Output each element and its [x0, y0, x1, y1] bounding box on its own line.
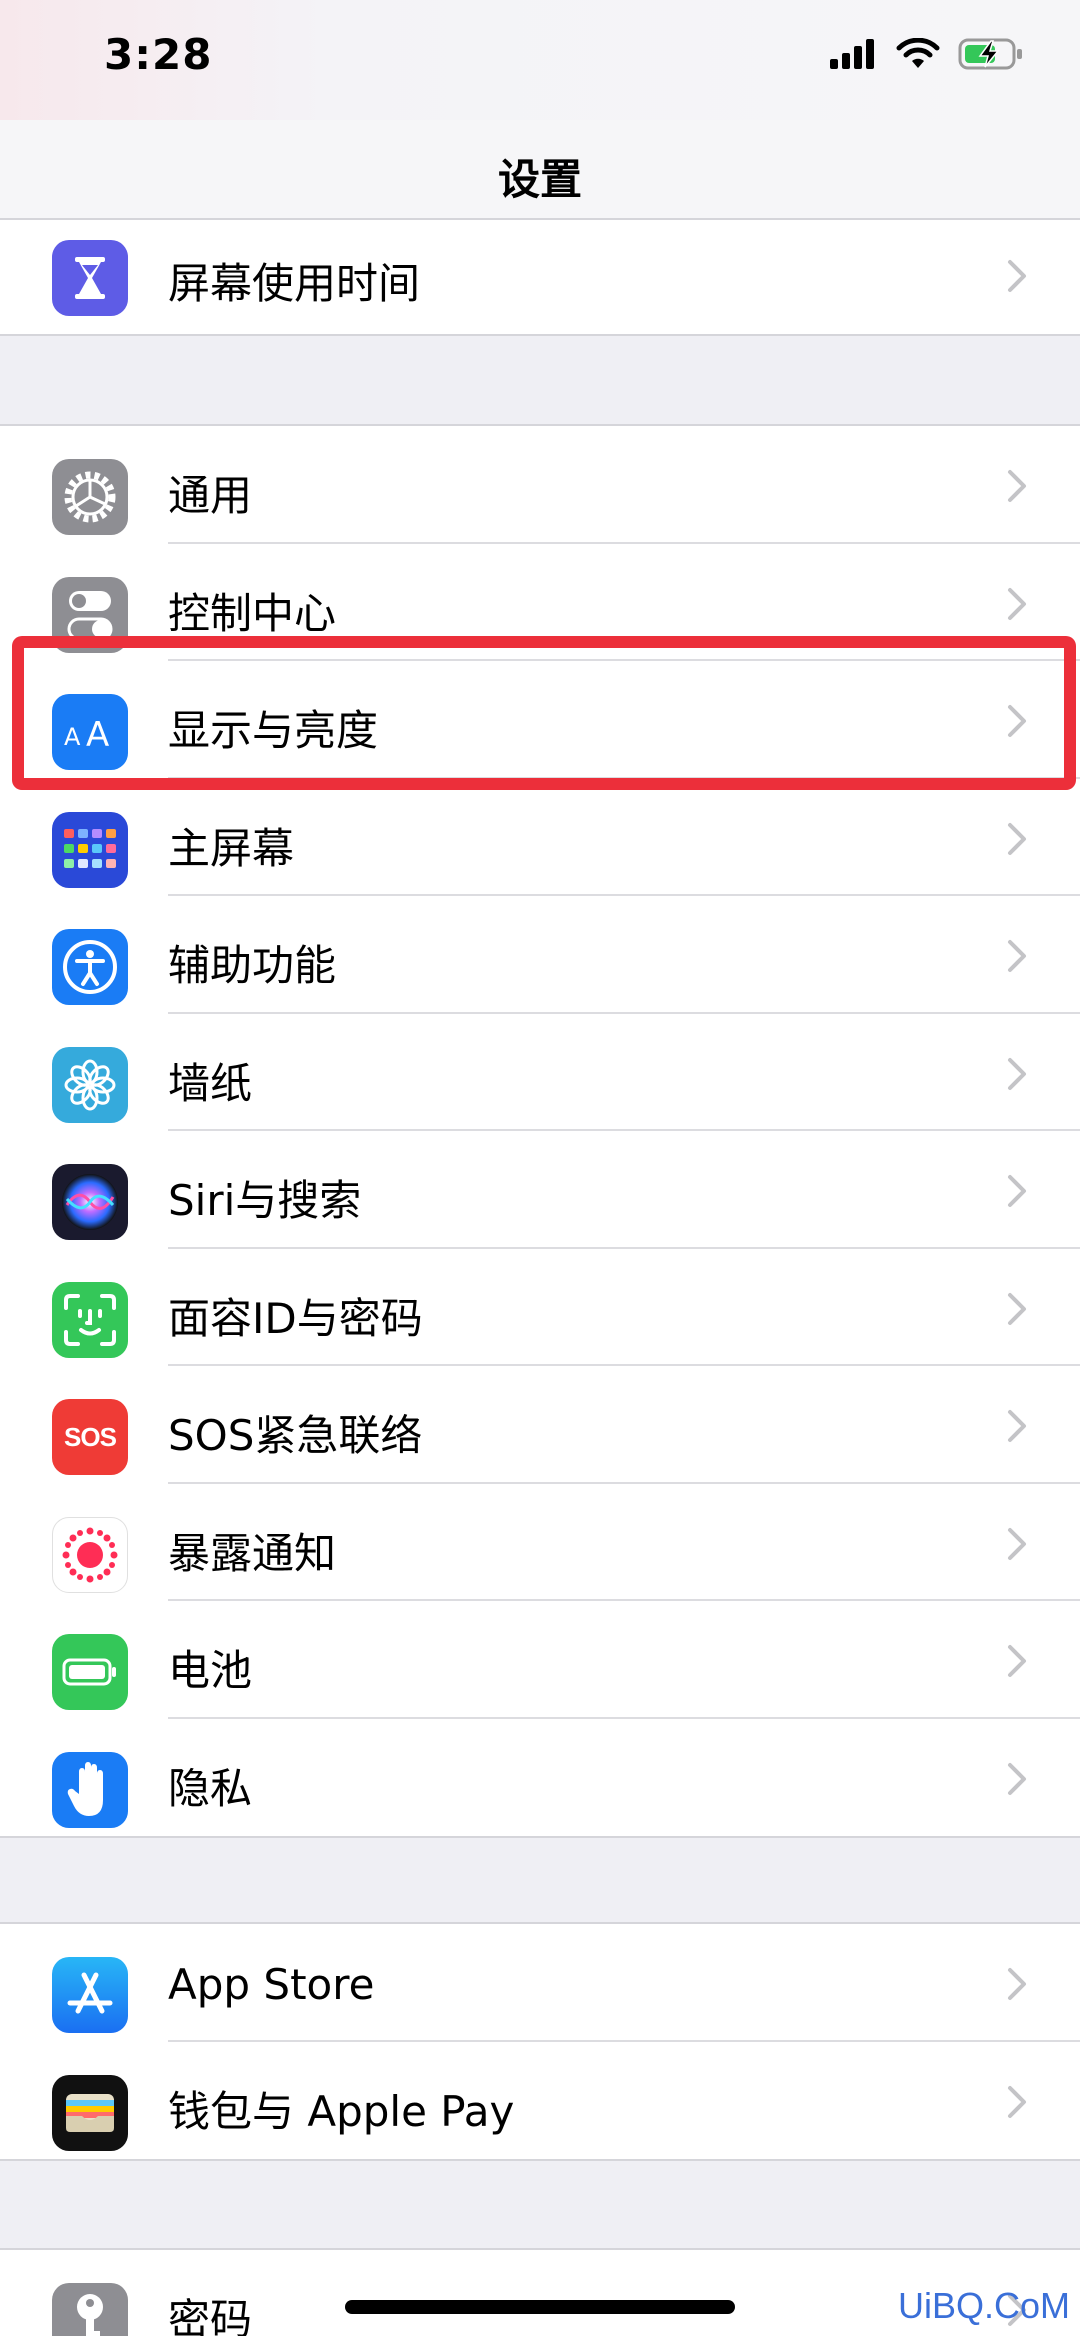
watermark: UiBQ.CoM	[897, 2285, 1070, 2326]
navigation-bar: 设置	[0, 120, 1080, 230]
key-icon	[52, 2283, 128, 2336]
chevron-right-icon	[1008, 587, 1026, 620]
settings-row-battery[interactable]: 电池	[0, 1601, 1080, 1719]
settings-row-emergency-sos[interactable]: SOS SOS紧急联络	[0, 1366, 1080, 1484]
chevron-right-icon	[1008, 1057, 1026, 1090]
chevron-right-icon	[1008, 2085, 1026, 2118]
row-label: 墙纸	[168, 1058, 253, 1108]
row-label: 面容ID与密码	[168, 1293, 423, 1343]
settings-row-face-id-passcode[interactable]: 面容ID与密码	[0, 1249, 1080, 1366]
settings-group-screen-time: 屏幕使用时间	[0, 218, 1080, 336]
row-label: Siri与搜索	[168, 1176, 362, 1225]
row-label: 隐私	[168, 1763, 253, 1813]
chevron-right-icon	[1008, 1175, 1026, 1207]
wallet-icon	[52, 2074, 128, 2151]
chevron-right-icon	[1008, 1292, 1026, 1325]
row-label: 控制中心	[168, 588, 337, 638]
row-label: 主屏幕	[168, 823, 295, 873]
row-label: 辅助功能	[168, 941, 337, 990]
highlight-box	[12, 636, 1076, 790]
gear-icon	[52, 459, 128, 535]
chevron-right-icon	[1008, 1762, 1026, 1795]
row-label: 通用	[168, 471, 253, 520]
chevron-right-icon	[1008, 822, 1026, 855]
status-bar: 3:28	[0, 0, 1080, 120]
settings-row-wallet-apple-pay[interactable]: 钱包与 Apple Pay	[0, 2042, 1080, 2160]
chevron-right-icon	[1008, 470, 1026, 502]
hourglass-icon	[52, 240, 128, 316]
chevron-right-icon	[1008, 1645, 1026, 1677]
chevron-right-icon	[1008, 260, 1026, 292]
status-icons	[828, 38, 1024, 70]
chevron-right-icon	[1008, 940, 1026, 972]
settings-row-siri-search[interactable]: Siri与搜索	[0, 1131, 1080, 1249]
row-label: 密码	[168, 2295, 253, 2336]
battery-icon	[52, 1634, 128, 1710]
battery-charging-icon	[958, 38, 1022, 70]
settings-row-screen-time[interactable]: 屏幕使用时间	[0, 220, 1080, 334]
settings-row-accessibility[interactable]: 辅助功能	[0, 896, 1080, 1014]
home-indicator[interactable]	[345, 2300, 735, 2314]
app-store-icon	[52, 1957, 128, 2033]
sos-icon: SOS	[52, 1399, 128, 1475]
face-id-icon	[52, 1281, 128, 1358]
row-label: 暴露通知	[168, 1528, 337, 1578]
settings-group-store: App Store 钱包与 Apple Pay	[0, 1922, 1080, 2161]
row-label: App Store	[168, 1960, 375, 2009]
sos-glyph: SOS	[64, 1421, 117, 1452]
cellular-signal-icon	[830, 39, 874, 69]
hand-icon	[52, 1751, 128, 1828]
siri-icon	[52, 1164, 128, 1240]
settings-row-general[interactable]: 通用	[0, 426, 1080, 544]
status-time: 3:28	[104, 30, 213, 79]
chevron-right-icon	[1008, 1410, 1026, 1442]
chevron-right-icon	[1008, 1527, 1026, 1560]
row-label: 钱包与 Apple Pay	[168, 2086, 515, 2136]
chevron-right-icon	[1008, 1968, 1026, 2000]
row-label: 屏幕使用时间	[168, 259, 421, 308]
wifi-icon	[896, 38, 940, 68]
accessibility-icon	[52, 929, 128, 1005]
settings-row-privacy[interactable]: 隐私	[0, 1719, 1080, 1837]
settings-row-home-screen[interactable]: 主屏幕	[0, 779, 1080, 896]
row-label: SOS紧急联络	[168, 1411, 423, 1460]
home-screen-icon	[52, 811, 128, 888]
flower-icon	[52, 1046, 128, 1123]
settings-row-exposure-notifications[interactable]: 暴露通知	[0, 1484, 1080, 1601]
row-label: 电池	[168, 1646, 253, 1695]
exposure-icon	[52, 1516, 128, 1593]
settings-row-wallpaper[interactable]: 墙纸	[0, 1014, 1080, 1131]
page-title: 设置	[497, 155, 582, 204]
settings-row-app-store[interactable]: App Store	[0, 1924, 1080, 2042]
